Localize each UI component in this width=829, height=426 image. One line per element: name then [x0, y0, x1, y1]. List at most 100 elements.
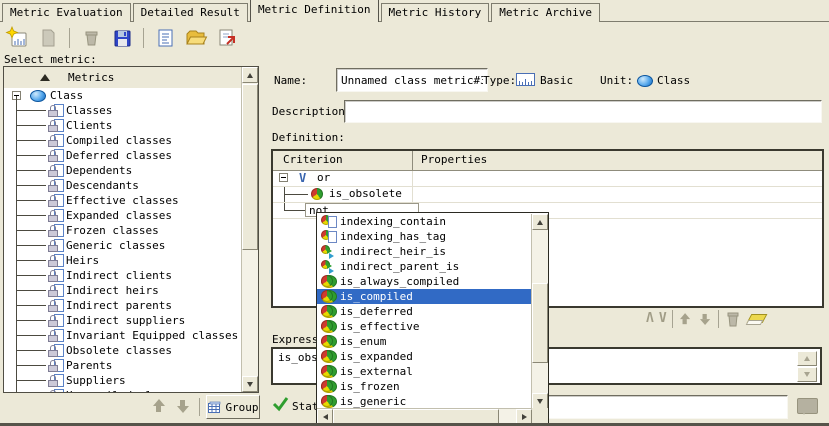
metric-tree-item[interactable]: Compiled classes: [4, 133, 242, 148]
scroll-down-button[interactable]: [242, 376, 258, 392]
import-metrics-button[interactable]: [152, 25, 178, 51]
move-metric-up-button[interactable]: [152, 399, 167, 414]
right-arrow-icon: [522, 414, 527, 420]
delete-metric-button[interactable]: [78, 25, 104, 51]
move-criterion-down-button[interactable]: [699, 313, 712, 326]
or-operator-button[interactable]: V: [659, 310, 667, 328]
metric-tree-item[interactable]: Frozen classes: [4, 223, 242, 238]
tab-metric-archive[interactable]: Metric Archive: [491, 3, 600, 22]
metric-tree-item[interactable]: Suppliers: [4, 373, 242, 388]
expression-scroll-up-button[interactable]: [797, 351, 817, 366]
new-metric-button[interactable]: [4, 25, 30, 51]
metric-tree-item[interactable]: Expanded classes: [4, 208, 242, 223]
new-document-icon: [5, 26, 29, 50]
criterion-option[interactable]: is_deferred: [317, 304, 531, 319]
metric-tree-item[interactable]: Uncompiled classes: [4, 388, 242, 392]
scroll-down-button[interactable]: [532, 393, 548, 409]
metric-tree-item[interactable]: Parents: [4, 358, 242, 373]
tab-metric-evaluation[interactable]: Metric Evaluation: [2, 3, 131, 22]
metric-tree-item[interactable]: Descendants: [4, 178, 242, 193]
metric-tree-item[interactable]: Effective classes: [4, 193, 242, 208]
criterion-option[interactable]: is_expanded: [317, 349, 531, 364]
description-input[interactable]: [344, 100, 822, 123]
tab-label: Metric Definition: [258, 3, 371, 16]
group-toggle-button[interactable]: Group: [206, 395, 260, 419]
metric-tree-item[interactable]: Indirect parents: [4, 298, 242, 313]
tab-metric-history[interactable]: Metric History: [381, 3, 490, 22]
delete-criterion-button[interactable]: [724, 310, 742, 328]
metric-tree-item[interactable]: Indirect clients: [4, 268, 242, 283]
criterion-icon: [321, 335, 337, 348]
metric-tree-item[interactable]: Invariant Equipped classes: [4, 328, 242, 343]
criterion-option[interactable]: indirect_parent_is: [317, 259, 531, 274]
move-criterion-up-button[interactable]: [679, 313, 692, 326]
name-label: Name:: [274, 74, 307, 87]
metric-tree-item[interactable]: Indirect suppliers: [4, 313, 242, 328]
criterion-option-label: indexing_contain: [340, 215, 446, 228]
metric-tree-panel: Metrics Class Classes Clients: [3, 66, 259, 393]
name-input[interactable]: [336, 68, 488, 92]
criterion-option[interactable]: is_enum: [317, 334, 531, 349]
definition-row-or[interactable]: V or: [273, 171, 822, 187]
scrollbar-thumb[interactable]: [242, 84, 258, 250]
collapse-icon[interactable]: [279, 173, 288, 182]
metric-tree-item-label: Dependents: [66, 164, 132, 177]
tab-metric-definition[interactable]: Metric Definition: [250, 0, 379, 22]
move-metric-down-button[interactable]: [176, 399, 191, 414]
criteria-dropdown: indexing_contain indexing_has_tag indire…: [316, 212, 549, 425]
tree-vertical-scrollbar[interactable]: [241, 67, 258, 392]
and-operator-button[interactable]: Λ: [646, 310, 654, 328]
save-metric-button[interactable]: [109, 25, 135, 51]
criterion-option[interactable]: is_frozen: [317, 379, 531, 394]
scroll-up-button[interactable]: [532, 214, 548, 230]
up-arrow-icon: [247, 73, 253, 78]
criterion-option-label: indirect_heir_is: [340, 245, 446, 258]
scroll-left-button[interactable]: [317, 409, 333, 424]
criterion-icon: [321, 380, 337, 393]
criterion-option[interactable]: indirect_heir_is: [317, 244, 531, 259]
metric-tree-item[interactable]: Classes: [4, 103, 242, 118]
dropdown-horizontal-scrollbar[interactable]: [317, 408, 532, 424]
criterion-column-header[interactable]: Criterion: [273, 151, 413, 170]
metric-tree-item[interactable]: Indirect heirs: [4, 283, 242, 298]
predefined-metric-icon: [48, 269, 64, 282]
duplicate-metric-button[interactable]: [35, 25, 61, 51]
scrollbar-thumb[interactable]: [333, 409, 499, 424]
criteria-dropdown-list: indexing_contain indexing_has_tag indire…: [317, 214, 531, 409]
metric-tree-root-class[interactable]: Class: [4, 88, 242, 103]
document-export-icon: [215, 26, 239, 50]
metric-tree-item[interactable]: Generic classes: [4, 238, 242, 253]
metric-tree-item[interactable]: Heirs: [4, 253, 242, 268]
export-metrics-button[interactable]: [214, 25, 240, 51]
tab-label: Metric Archive: [499, 6, 592, 19]
erase-definition-button[interactable]: [747, 313, 765, 325]
criterion-label: is_obsolete: [329, 187, 402, 201]
tab-detailed-result[interactable]: Detailed Result: [133, 3, 248, 22]
metric-tree-header[interactable]: Metrics: [4, 67, 258, 89]
comment-bubble-icon[interactable]: [797, 398, 818, 414]
expression-scroll-down-button[interactable]: [797, 367, 817, 382]
criterion-option[interactable]: indexing_has_tag: [317, 229, 531, 244]
tab-label: Metric Evaluation: [10, 6, 123, 19]
properties-column-header[interactable]: Properties: [413, 151, 822, 170]
criterion-option[interactable]: indexing_contain: [317, 214, 531, 229]
metric-tree-item[interactable]: Dependents: [4, 163, 242, 178]
scroll-right-button[interactable]: [516, 409, 532, 424]
open-metric-file-button[interactable]: [183, 25, 209, 51]
criterion-option[interactable]: is_external: [317, 364, 531, 379]
tab-bar: Metric Evaluation Detailed Result Metric…: [0, 0, 829, 22]
definition-row-criterion[interactable]: is_obsolete: [273, 187, 822, 203]
trash-icon: [79, 26, 103, 50]
scroll-up-button[interactable]: [242, 67, 258, 83]
criterion-option[interactable]: is_effective: [317, 319, 531, 334]
metric-tree-item[interactable]: Obsolete classes: [4, 343, 242, 358]
left-arrow-icon: [323, 414, 328, 420]
criterion-option-label: is_effective: [340, 320, 419, 333]
dropdown-vertical-scrollbar[interactable]: [531, 214, 548, 409]
metric-tree-item[interactable]: Deferred classes: [4, 148, 242, 163]
scrollbar-thumb[interactable]: [532, 283, 548, 363]
criterion-option[interactable]: is_compiled: [317, 289, 531, 304]
criterion-option[interactable]: is_generic: [317, 394, 531, 409]
criterion-option[interactable]: is_always_compiled: [317, 274, 531, 289]
metric-tree-item[interactable]: Clients: [4, 118, 242, 133]
